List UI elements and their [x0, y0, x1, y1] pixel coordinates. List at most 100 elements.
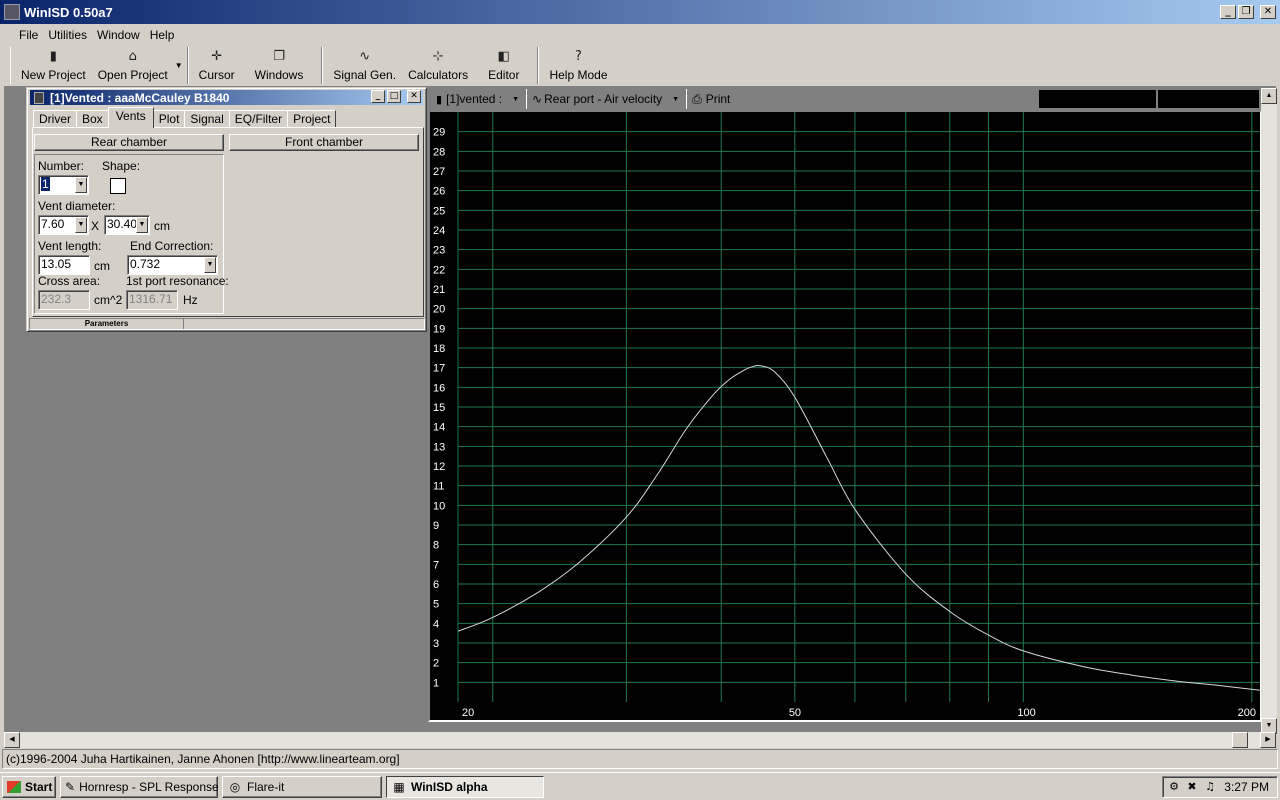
- rear-chamber-button[interactable]: Rear chamber: [34, 134, 224, 151]
- plot-type-select[interactable]: ∿ Rear port - Air velocity ▼: [526, 89, 687, 109]
- cursor-label: Cursor: [198, 68, 235, 82]
- child-minimize-button[interactable]: _: [371, 90, 385, 103]
- y-tick-label: 3: [433, 638, 439, 650]
- tab-signal[interactable]: Signal: [184, 110, 230, 128]
- minimize-button[interactable]: _: [1220, 5, 1236, 19]
- network-disconnected-icon[interactable]: ✖: [1185, 780, 1199, 794]
- flare-it-icon: ◎: [229, 780, 241, 794]
- child-close-button[interactable]: ✕: [407, 90, 421, 103]
- new-project-button[interactable]: ▮ New Project: [15, 47, 92, 84]
- clock[interactable]: 3:27 PM: [1224, 780, 1269, 794]
- horizontal-scrollbar[interactable]: ◀ ▶: [4, 732, 1276, 748]
- editor-button[interactable]: ◧ Editor: [474, 47, 533, 84]
- scroll-thumb[interactable]: [1232, 732, 1248, 748]
- open-project-label: Open Project: [97, 68, 168, 82]
- chevron-down-icon[interactable]: ▼: [75, 177, 87, 193]
- calculators-button[interactable]: ⊹ Calculators: [402, 47, 474, 84]
- help-mode-button[interactable]: ? Help Mode: [543, 47, 613, 84]
- open-project-button[interactable]: ⌂ Open Project: [92, 47, 174, 84]
- child-maximize-button[interactable]: □: [387, 90, 401, 103]
- chevron-down-icon[interactable]: ▼: [204, 257, 216, 273]
- status-bar: (c)1996-2004 Juha Hartikainen, Janne Aho…: [2, 749, 1278, 769]
- parameters-label: Parameters: [30, 319, 184, 329]
- windows-icon: ❐: [273, 49, 285, 64]
- x-tick-label: 50: [789, 707, 801, 719]
- y-tick-label: 16: [433, 382, 445, 394]
- tab-eq-filter[interactable]: EQ/Filter: [228, 110, 289, 128]
- plot-type-value: Rear port - Air velocity: [544, 92, 663, 106]
- restore-button[interactable]: ❐: [1238, 5, 1254, 19]
- printer-icon: ⎙: [692, 91, 702, 106]
- shape-label: Shape:: [102, 159, 141, 173]
- task-hornresp[interactable]: ✎ Hornresp - SPL Response: [60, 776, 219, 798]
- task-flare-it[interactable]: ◎ Flare-it: [222, 776, 382, 798]
- editor-icon: ◧: [497, 49, 510, 64]
- end-correction-select[interactable]: 0.732 ▼: [127, 255, 218, 275]
- print-button[interactable]: ⎙ Print: [686, 89, 736, 109]
- system-tray: ⚙ ✖ ♫ 3:27 PM: [1162, 776, 1278, 798]
- y-tick-label: 14: [433, 422, 445, 434]
- task-winisd[interactable]: ▦ WinISD alpha: [386, 776, 544, 798]
- scroll-up-button[interactable]: ▲: [1261, 88, 1277, 104]
- tab-project[interactable]: Project: [287, 110, 337, 128]
- tab-driver[interactable]: Driver: [33, 110, 77, 128]
- close-button[interactable]: ✕: [1260, 5, 1276, 19]
- signal-gen-label: Signal Gen.: [333, 68, 397, 82]
- volume-icon[interactable]: ♫: [1203, 780, 1217, 794]
- menu-window[interactable]: Window: [92, 28, 145, 42]
- vent-length-label: Vent length:: [38, 239, 102, 253]
- project-select-icon: ▮: [436, 92, 443, 106]
- cross-area-unit: cm^2: [94, 293, 123, 307]
- vent-diameter-b-select[interactable]: 30.40 ▼: [104, 215, 150, 235]
- chevron-down-icon[interactable]: ▼: [672, 96, 679, 103]
- vertical-scrollbar[interactable]: ▲ ▼: [1261, 88, 1277, 734]
- front-chamber-button[interactable]: Front chamber: [229, 134, 419, 151]
- chevron-down-icon[interactable]: ▼: [512, 96, 519, 103]
- app-title-bar[interactable]: WinISD 0.50a7 _ ❐ ✕: [0, 0, 1280, 24]
- chevron-down-icon[interactable]: ▼: [136, 217, 148, 233]
- x-tick-label: 100: [1017, 707, 1035, 719]
- y-tick-label: 12: [433, 461, 445, 473]
- tab-plot[interactable]: Plot: [152, 110, 186, 128]
- tab-box[interactable]: Box: [76, 110, 109, 128]
- number-select[interactable]: 1 ▼: [38, 175, 89, 195]
- plot-toolbar: ▮ [1]vented : ▼ ∿ Rear port - Air veloci…: [430, 88, 1038, 110]
- windows-button[interactable]: ❐ Windows: [241, 47, 318, 84]
- menu-file[interactable]: File: [14, 28, 43, 42]
- signal-gen-button[interactable]: ∿ Signal Gen.: [327, 47, 402, 84]
- cursor-readout-x: [1038, 89, 1157, 109]
- number-value: 1: [41, 177, 50, 191]
- air-velocity-chart[interactable]: 1 2 3 4 5 6 7 8 9 10 11 12 13 14 15 16 17 18 19 20 21 22 23 24 2…: [428, 110, 1262, 722]
- network-icon[interactable]: ⚙: [1167, 780, 1181, 794]
- parameters-status-panel: Parameters: [29, 318, 425, 330]
- cross-area-label: Cross area:: [38, 274, 101, 288]
- vents-tab-panel: Rear chamber Front chamber Number: Shape…: [32, 127, 424, 317]
- chevron-down-icon[interactable]: ▼: [75, 217, 87, 233]
- cursor-button[interactable]: ✛ Cursor: [193, 47, 241, 84]
- task-flare-it-label: Flare-it: [247, 780, 285, 794]
- vented-window-title-bar[interactable]: [1]Vented : aaaMcCauley B1840 _ □ ✕: [30, 90, 423, 105]
- vent-diameter-a-select[interactable]: 7.60 ▼: [38, 215, 89, 235]
- start-button[interactable]: Start: [2, 776, 56, 798]
- project-select[interactable]: ▮ [1]vented : ▼: [430, 89, 527, 109]
- winisd-icon: ▦: [393, 780, 405, 794]
- cross-area-value: 232.3: [41, 292, 72, 306]
- scroll-left-button[interactable]: ◀: [4, 732, 20, 748]
- scroll-right-button[interactable]: ▶: [1260, 732, 1276, 748]
- tab-vents[interactable]: Vents: [107, 107, 154, 128]
- windows-logo-icon: [7, 781, 21, 793]
- x-tick-label: 20: [462, 707, 474, 719]
- y-tick-label: 18: [433, 343, 445, 355]
- vent-length-unit: cm: [94, 259, 110, 273]
- vent-length-input[interactable]: 13.05: [38, 255, 90, 275]
- menu-utilities[interactable]: Utilities: [43, 28, 92, 42]
- y-tick-label: 4: [433, 618, 439, 630]
- shape-selector[interactable]: [110, 178, 126, 194]
- y-tick-label: 13: [433, 441, 445, 453]
- vent-diameter-a-value: 7.60: [41, 217, 65, 231]
- y-tick-label: 1: [433, 677, 439, 689]
- x-tick-label: 200: [1238, 707, 1256, 719]
- open-project-dropdown-icon[interactable]: ▼: [174, 47, 183, 84]
- start-label: Start: [25, 780, 53, 794]
- menu-help[interactable]: Help: [145, 28, 180, 42]
